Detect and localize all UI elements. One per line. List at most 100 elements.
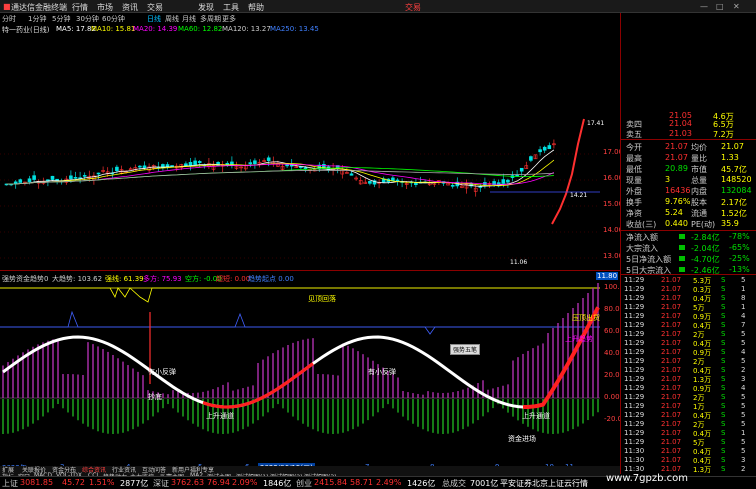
period-tab[interactable]: 多周期 [200, 14, 221, 24]
trade-tick-row: 11:29 21.07 5万 S 1 [621, 303, 756, 312]
server-label[interactable]: 平安证券北京上证云行情 [500, 478, 588, 489]
candle-body [248, 162, 253, 165]
period-tab[interactable]: 周线 [165, 14, 179, 24]
index-label[interactable]: 上证 [2, 478, 18, 489]
period-tab[interactable]: 分时 [2, 14, 16, 24]
ma-legend-item: MA5: 17.82 [56, 25, 96, 33]
quote-row: 现量 3 总量 148520 [621, 174, 756, 185]
candlestick-chart[interactable]: 17.00 16.00 15.00 14.00 13.00 11.80 17.4… [0, 34, 623, 280]
tick-count: 5 [741, 357, 746, 365]
period-tab[interactable]: 更多 [222, 14, 236, 24]
tick-price: 21.07 [661, 375, 682, 383]
candle-body [142, 165, 147, 169]
trade-tick-row: 11:29 21.07 0.9万 S 4 [621, 384, 756, 393]
maximize-icon[interactable]: □ [716, 2, 724, 11]
tick-price: 21.07 [661, 438, 682, 446]
menu-item[interactable]: 帮助 [248, 2, 264, 13]
quote-row: 今开 21.07 均价 21.07 [621, 141, 756, 152]
tick-count: 5 [741, 330, 746, 338]
tick-count: 3 [741, 375, 746, 383]
tick-time: 11:29 [624, 339, 645, 347]
candle-body [368, 181, 372, 184]
signal-label: 有小反弹 [148, 368, 176, 376]
trade-tick-row: 11:29 21.07 0.4万 S 8 [621, 294, 756, 303]
candle-body [450, 184, 455, 187]
candle-body [230, 161, 234, 165]
tick-time: 11:29 [624, 312, 645, 320]
watermark: www.7gpzb.com [606, 473, 688, 484]
index-label[interactable]: 深证 [153, 478, 169, 489]
tick-side: S [721, 366, 726, 374]
tick-time: 11:30 [624, 465, 645, 473]
quote-label: PE(动) [691, 220, 716, 229]
info-tab[interactable]: 资金分布 [52, 465, 76, 474]
tick-time: 11:29 [624, 303, 645, 311]
indicator-chart[interactable]: 强势资金趋势0 大趋势: 103.62 强线: 61.39 多方: 75.93 … [0, 272, 629, 473]
index-amount: 1426亿 [407, 479, 436, 488]
momentum-curve [2, 306, 600, 409]
index-label[interactable]: 创业 [296, 478, 312, 489]
quote-value: 21.07 [721, 142, 744, 151]
low-label: 11.06 [510, 259, 528, 266]
order-book-row: 卖五 21.03 7.2万 [621, 128, 756, 139]
tick-side: S [721, 321, 726, 329]
ask-price: 21.03 [669, 129, 692, 138]
candle-body [96, 172, 101, 175]
quote-row: 最低 20.89 市值 45.7亿 [621, 163, 756, 174]
tick-time: 11:29 [624, 411, 645, 419]
tick-price: 21.07 [661, 447, 682, 455]
tick-price: 21.07 [661, 321, 682, 329]
close-icon[interactable]: ✕ [733, 2, 740, 11]
tick-count: 4 [741, 384, 746, 392]
flow-percent: -65% [729, 243, 750, 252]
quote-row: 外盘 16436 内盘 132084 [621, 185, 756, 196]
minimize-icon[interactable]: — [700, 2, 708, 11]
period-tab[interactable]: 5分钟 [52, 14, 70, 24]
menu-item[interactable]: 市场 [97, 2, 113, 13]
info-tab[interactable]: 综合资讯 [82, 465, 106, 474]
tick-count: 5 [741, 447, 746, 455]
flow-bar [679, 267, 685, 272]
menu-item[interactable]: 资讯 [122, 2, 138, 13]
app-title: 通达信金融终端 [11, 3, 67, 12]
tick-side: S [721, 276, 726, 284]
tick-side: S [721, 438, 726, 446]
info-tab[interactable]: 扩展 [2, 465, 14, 474]
period-tab[interactable]: 60分钟 [102, 14, 125, 24]
tick-count: 5 [741, 276, 746, 284]
info-tab[interactable]: 关联报价 [22, 465, 46, 474]
candle-body [69, 175, 73, 180]
menu-item[interactable]: 交易 [147, 2, 163, 13]
info-tab[interactable]: 行业资讯 [112, 465, 136, 474]
trade-tick-row: 11:29 21.07 2万 S 5 [621, 393, 756, 402]
index-value: 3081.85 [20, 478, 54, 487]
candle-body [193, 160, 197, 165]
index-amount: 2877亿 [120, 479, 149, 488]
period-tab-active[interactable]: 日线 [147, 14, 161, 24]
info-box[interactable]: 强势五笔 [450, 344, 481, 355]
tick-count: 7 [741, 321, 746, 329]
menu-item[interactable]: 工具 [223, 2, 239, 13]
menu-item[interactable]: 行情 [72, 2, 88, 13]
mid-label: 14.21 [570, 192, 588, 199]
period-tab[interactable]: 月线 [182, 14, 196, 24]
info-tab-bar: 扩展 关联报价 资金分布 综合资讯 行业资讯 互动问答 新用户福利专享 [0, 465, 620, 474]
ma-legend-item: MA60: 12.82 [178, 25, 223, 33]
menu-item[interactable]: 发现 [198, 2, 214, 13]
info-tab[interactable]: 互动问答 [142, 465, 166, 474]
quote-value: 1.33 [721, 153, 739, 162]
tick-side: S [721, 402, 726, 410]
candle-body [165, 164, 170, 167]
flow-bar [679, 256, 685, 261]
period-tab[interactable]: 1分钟 [28, 14, 46, 24]
trade-tick-row: 11:29 21.07 1.3万 S 3 [621, 375, 756, 384]
period-tab[interactable]: 30分钟 [76, 14, 99, 24]
trade-tick-row: 11:29 21.07 5万 S 5 [621, 438, 756, 447]
info-tab[interactable]: 新用户福利专享 [172, 465, 214, 474]
candle-body [82, 175, 87, 177]
tick-side: S [721, 285, 726, 293]
tick-price: 21.07 [661, 384, 682, 392]
trade-button[interactable]: 交易 [405, 2, 421, 13]
quote-value: 21.07 [665, 153, 688, 162]
candle-body [529, 156, 533, 161]
